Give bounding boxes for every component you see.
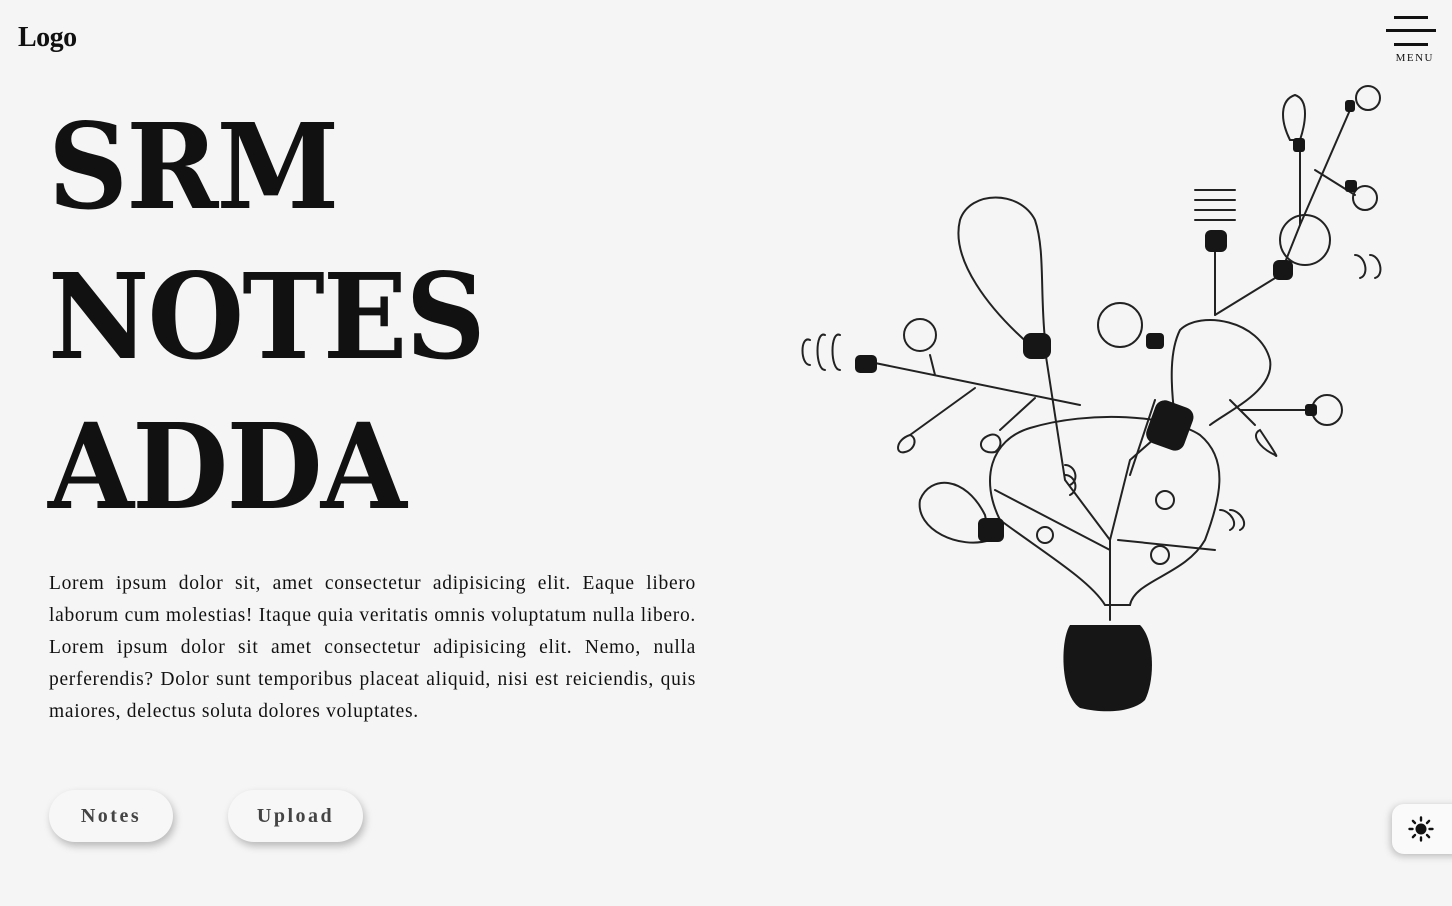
- theme-toggle-button[interactable]: [1392, 804, 1452, 854]
- lightbulb-tree-illustration: [801, 85, 1382, 712]
- description-text: Lorem ipsum dolor sit, amet consectetur …: [49, 573, 696, 722]
- notes-button[interactable]: Notes: [49, 790, 173, 842]
- logo[interactable]: Logo: [18, 22, 77, 54]
- hamburger-bar: [1394, 43, 1428, 46]
- upload-button[interactable]: Upload: [228, 790, 363, 842]
- hamburger-icon: [1394, 16, 1428, 19]
- menu-button[interactable]: MENU: [1386, 14, 1436, 66]
- sun-icon: [1408, 816, 1434, 842]
- hero-title: SRM NOTES ADDA: [48, 92, 486, 542]
- menu-label: MENU: [1395, 52, 1434, 64]
- hamburger-bar: [1386, 29, 1436, 32]
- hero-line: NOTES: [48, 247, 486, 386]
- hero-line: SRM: [48, 97, 339, 236]
- hero-line: ADDA: [48, 397, 407, 536]
